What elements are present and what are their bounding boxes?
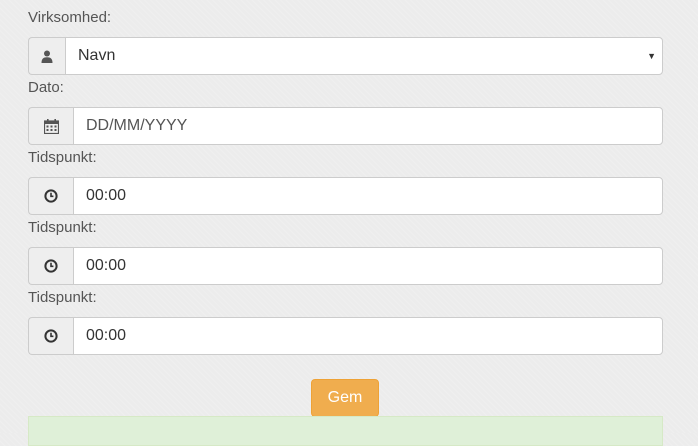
company-addon: [28, 37, 65, 75]
clock-icon: [44, 329, 58, 343]
time-input-group: 00:00: [28, 247, 663, 285]
time-input-group: 00:00: [28, 317, 663, 355]
company-select[interactable]: Navn ▼: [65, 37, 663, 75]
time-addon: [28, 247, 73, 285]
user-icon: [41, 50, 53, 63]
clock-icon: [44, 189, 58, 203]
company-select-group: Navn ▼: [28, 37, 663, 75]
time-addon: [28, 317, 73, 355]
time-label: Tidspunkt:: [28, 219, 97, 236]
clock-icon: [44, 259, 58, 273]
date-input[interactable]: DD/MM/YYYY: [73, 107, 663, 145]
time-input[interactable]: 00:00: [73, 177, 663, 215]
time-input-group: 00:00: [28, 177, 663, 215]
time-value: 00:00: [86, 257, 127, 274]
time-value: 00:00: [86, 327, 127, 344]
success-alert: [28, 416, 663, 446]
time-addon: [28, 177, 73, 215]
calendar-icon: [43, 118, 59, 134]
date-addon: [28, 107, 73, 145]
company-selected-value: Navn: [78, 47, 116, 64]
time-label: Tidspunkt:: [28, 289, 97, 306]
time-value: 00:00: [86, 187, 127, 204]
dropdown-caret-icon: ▼: [647, 51, 656, 61]
date-placeholder: DD/MM/YYYY: [86, 117, 188, 134]
time-input[interactable]: 00:00: [73, 317, 663, 355]
time-input[interactable]: 00:00: [73, 247, 663, 285]
date-input-group: DD/MM/YYYY: [28, 107, 663, 145]
save-button[interactable]: Gem: [311, 379, 379, 417]
time-label: Tidspunkt:: [28, 149, 97, 166]
date-label: Dato:: [28, 79, 64, 96]
company-label: Virksomhed:: [28, 9, 112, 26]
